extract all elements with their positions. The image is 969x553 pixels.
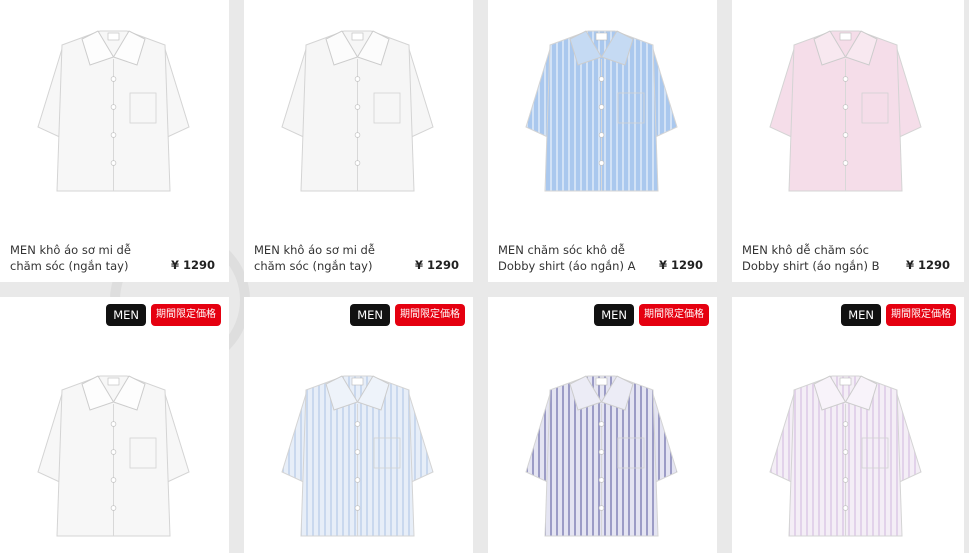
product-card[interactable]: MEN chăm sóc khô dễ Dobby shirt (áo ngắn… — [488, 0, 717, 282]
product-image[interactable] — [20, 354, 207, 539]
product-image[interactable] — [264, 9, 451, 194]
shirt-illustration — [37, 375, 190, 537]
shirt-illustration — [37, 30, 190, 192]
product-price: ¥ 1290 — [170, 258, 215, 272]
product-name[interactable]: MEN khô áo sơ mi dễ chăm sóc (ngắn tay) — [10, 242, 160, 274]
shirt-illustration — [281, 30, 434, 192]
product-tags: MEN 期間限定価格 — [594, 304, 709, 326]
product-name[interactable]: MEN chăm sóc khô dễ Dobby shirt (áo ngắn… — [498, 242, 648, 274]
product-price: ¥ 1290 — [414, 258, 459, 272]
shirt-illustration — [525, 375, 678, 537]
product-card[interactable]: MEN khô áo sơ mi dễ chăm sóc (ngắn tay) … — [244, 0, 473, 282]
product-price: ¥ 1290 — [658, 258, 703, 272]
men-badge: MEN — [841, 304, 881, 326]
shirt-illustration — [769, 30, 922, 192]
limited-price-badge: 期間限定価格 — [639, 304, 709, 326]
product-image[interactable] — [508, 9, 695, 194]
shirt-illustration — [525, 30, 678, 192]
product-card[interactable]: MEN 期間限定価格 — [732, 297, 964, 553]
product-card[interactable]: MEN khô dễ chăm sóc Dobby shirt (áo ngắn… — [732, 0, 964, 282]
product-tags: MEN 期間限定価格 — [350, 304, 465, 326]
product-name[interactable]: MEN khô dễ chăm sóc Dobby shirt (áo ngắn… — [742, 242, 892, 274]
men-badge: MEN — [594, 304, 634, 326]
limited-price-badge: 期間限定価格 — [151, 304, 221, 326]
product-image[interactable] — [508, 354, 695, 539]
product-card[interactable]: MEN 期間限定価格 — [488, 297, 717, 553]
product-card[interactable]: MEN 期間限定価格 — [0, 297, 229, 553]
product-name[interactable]: MEN khô áo sơ mi dễ chăm sóc (ngắn tay) — [254, 242, 404, 274]
product-card[interactable]: MEN 期間限定価格 — [244, 297, 473, 553]
shirt-illustration — [769, 375, 922, 537]
product-image[interactable] — [752, 9, 939, 194]
product-tags: MEN 期間限定価格 — [106, 304, 221, 326]
product-image[interactable] — [264, 354, 451, 539]
men-badge: MEN — [106, 304, 146, 326]
product-image[interactable] — [752, 354, 939, 539]
product-image[interactable] — [20, 9, 207, 194]
shirt-illustration — [281, 375, 434, 537]
product-price: ¥ 1290 — [905, 258, 950, 272]
limited-price-badge: 期間限定価格 — [395, 304, 465, 326]
men-badge: MEN — [350, 304, 390, 326]
product-tags: MEN 期間限定価格 — [841, 304, 956, 326]
product-card[interactable]: MEN khô áo sơ mi dễ chăm sóc (ngắn tay) … — [0, 0, 229, 282]
limited-price-badge: 期間限定価格 — [886, 304, 956, 326]
